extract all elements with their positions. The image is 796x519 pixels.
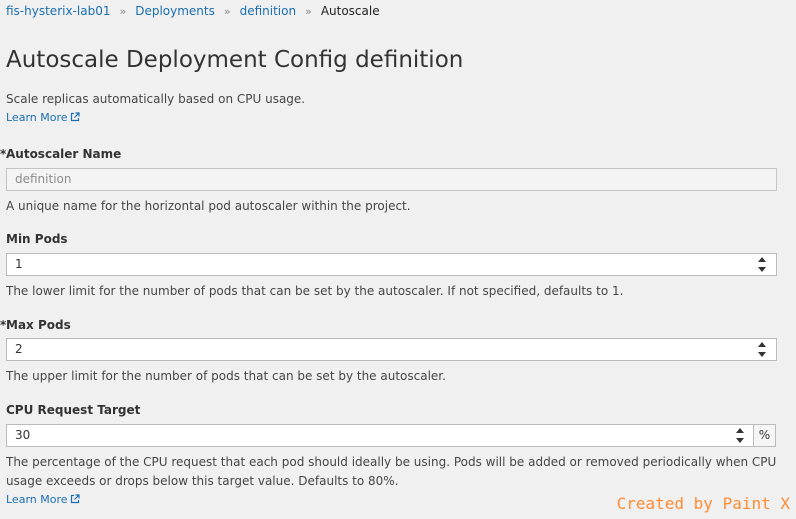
autoscaler-name-field[interactable]: definition xyxy=(6,168,777,191)
autoscaler-name-label: Autoscaler Name xyxy=(6,147,122,161)
breadcrumb-current: Autoscale xyxy=(320,4,380,18)
cpu-learn-more-link[interactable]: Learn More xyxy=(6,493,80,507)
breadcrumb-project[interactable]: fis-hysterix-lab01 xyxy=(6,4,110,18)
learn-more-label: Learn More xyxy=(6,111,68,124)
cpu-target-stepper[interactable] xyxy=(733,426,747,445)
increment-icon[interactable] xyxy=(758,342,766,347)
learn-more-link[interactable]: Learn More xyxy=(6,111,80,125)
page-description: Scale replicas automatically based on CP… xyxy=(6,92,306,106)
decrement-icon[interactable] xyxy=(736,438,744,443)
max-pods-help: The upper limit for the number of pods t… xyxy=(6,369,446,383)
min-pods-value: 1 xyxy=(15,257,23,271)
cpu-target-label: CPU Request Target xyxy=(6,403,141,417)
decrement-icon[interactable] xyxy=(758,267,766,272)
min-pods-stepper[interactable] xyxy=(755,255,769,274)
min-pods-label: Min Pods xyxy=(6,232,68,246)
percent-addon: % xyxy=(753,424,776,447)
page-title: Autoscale Deployment Config definition xyxy=(6,47,464,73)
breadcrumb-separator: » xyxy=(119,5,127,18)
watermark: Created by Paint X xyxy=(616,494,790,513)
cpu-target-help: The percentage of the CPU request that e… xyxy=(6,455,777,488)
external-link-icon xyxy=(70,494,80,504)
autoscaler-name-value: definition xyxy=(15,172,72,186)
breadcrumb-definition[interactable]: definition xyxy=(240,4,296,18)
min-pods-input[interactable]: 1 xyxy=(6,253,777,276)
increment-icon[interactable] xyxy=(736,428,744,433)
breadcrumb-separator: » xyxy=(305,5,312,18)
breadcrumb-deployments[interactable]: Deployments xyxy=(135,4,215,18)
cpu-target-input[interactable]: 30 xyxy=(6,424,754,447)
max-pods-stepper[interactable] xyxy=(755,340,769,359)
decrement-icon[interactable] xyxy=(758,352,766,357)
min-pods-help: The lower limit for the number of pods t… xyxy=(6,284,624,298)
cpu-target-value: 30 xyxy=(15,428,31,442)
breadcrumb-separator: » xyxy=(223,5,231,18)
max-pods-value: 2 xyxy=(15,342,23,356)
increment-icon[interactable] xyxy=(758,257,766,262)
max-pods-label: Max Pods xyxy=(6,318,71,332)
learn-more-label: Learn More xyxy=(6,493,68,506)
autoscaler-name-help: A unique name for the horizontal pod aut… xyxy=(6,199,411,213)
external-link-icon xyxy=(70,112,80,122)
breadcrumb: fis-hysterix-lab01 » Deployments » definitio… xyxy=(6,3,380,19)
max-pods-input[interactable]: 2 xyxy=(6,338,777,361)
